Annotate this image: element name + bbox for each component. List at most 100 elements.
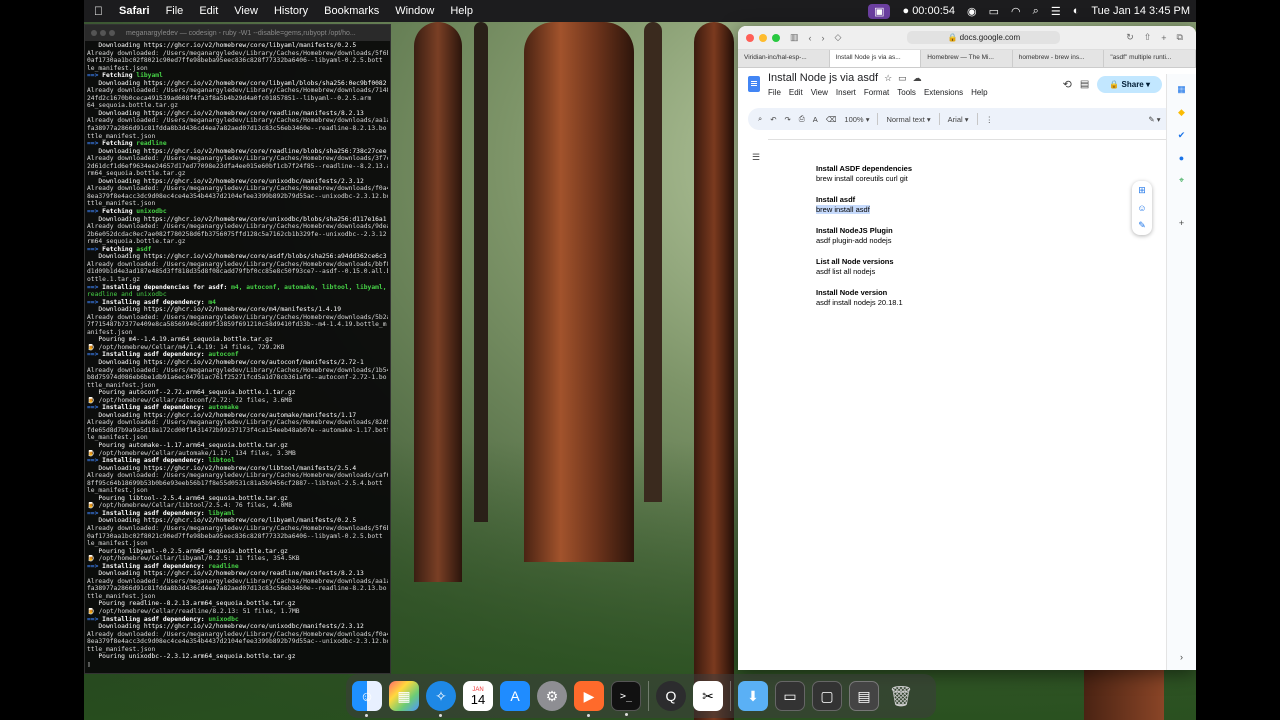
outline-icon[interactable]: ☰ — [752, 152, 760, 163]
doc-title[interactable]: Install Node js via asdf — [768, 72, 878, 84]
doc-heading[interactable]: Install ASDF dependencies — [816, 164, 912, 174]
control-center-icon[interactable]: ☰ — [1045, 5, 1067, 18]
undo-icon[interactable]: ↶ — [770, 115, 776, 124]
menu-window[interactable]: Window — [387, 5, 442, 17]
font-select[interactable]: Arial ▾ — [948, 115, 969, 124]
docs-logo-icon[interactable] — [748, 76, 760, 92]
doc-heading[interactable]: List all Node versions — [816, 257, 912, 267]
launchpad-icon[interactable]: ▦ — [389, 681, 419, 711]
quicktime-icon[interactable]: Q — [656, 681, 686, 711]
menu-clock[interactable]: Tue Jan 14 3:45 PM — [1085, 5, 1196, 17]
new-tab-icon[interactable]: + — [1161, 33, 1166, 43]
docs-menu-help[interactable]: Help — [971, 88, 987, 97]
tab-brew-install[interactable]: homebrew - brew ins... — [1013, 50, 1105, 67]
doc-section[interactable]: Install NodeJS Plugin asdf plugin-add nod… — [816, 226, 912, 246]
minimize-icon[interactable] — [759, 33, 767, 42]
zoom-icon[interactable] — [772, 33, 780, 42]
menu-edit[interactable]: Edit — [191, 5, 226, 17]
app-store-icon[interactable]: A — [500, 681, 530, 711]
safari-icon[interactable]: ✧ — [426, 681, 456, 717]
share-button[interactable]: 🔒 Share ▾ — [1097, 76, 1162, 93]
menu-bookmarks[interactable]: Bookmarks — [316, 5, 387, 17]
star-icon[interactable]: ☆ — [884, 73, 892, 84]
shield-icon[interactable]: ◇ — [835, 32, 842, 43]
terminal-window[interactable]: meganargyledev — codesign - ruby -W1 --d… — [84, 24, 391, 674]
zoom-icon[interactable] — [109, 30, 115, 36]
trash-icon[interactable]: 🗑 — [886, 681, 916, 711]
stop-record-icon[interactable]: ◉ — [961, 5, 983, 18]
screen-record-icon[interactable]: ▣ — [868, 3, 891, 19]
maps-icon[interactable]: ⌖ — [1179, 175, 1184, 186]
system-settings-icon[interactable]: ⚙ — [537, 681, 567, 711]
docs-menu-file[interactable]: File — [768, 88, 781, 97]
calendar-icon[interactable]: ▦ — [1177, 84, 1186, 95]
back-icon[interactable]: ‹ — [809, 33, 812, 43]
zoom-select[interactable]: 100% ▾ — [844, 115, 869, 124]
close-icon[interactable] — [91, 30, 97, 36]
tab-overview-icon[interactable]: ⧉ — [1177, 32, 1183, 43]
window-icon[interactable]: ▢ — [812, 681, 842, 711]
menu-view[interactable]: View — [226, 5, 266, 17]
docs-menu-tools[interactable]: Tools — [897, 88, 916, 97]
contacts-icon[interactable]: ● — [1179, 153, 1184, 163]
menu-help[interactable]: Help — [442, 5, 481, 17]
app-switcher-icon[interactable]: ▤ — [849, 681, 879, 711]
tab-docs[interactable]: Install Node js via as... — [829, 50, 922, 67]
screen-recorder-icon[interactable]: ▶ — [574, 681, 604, 717]
doc-section[interactable]: Install Node version asdf install nodejs … — [816, 288, 912, 308]
docs-menu-view[interactable]: View — [811, 88, 828, 97]
minimize-icon[interactable] — [100, 30, 106, 36]
emoji-reaction-icon[interactable]: ☺ — [1137, 203, 1146, 213]
calendar-icon[interactable]: JAN 14 — [463, 681, 493, 711]
safari-window[interactable]: ▥ ‹ › ◇ 🔒 docs.google.com ↻ ⇧ + ⧉ Viridi… — [738, 26, 1196, 670]
paint-format-icon[interactable]: ⌫ — [826, 115, 837, 124]
docs-menu-edit[interactable]: Edit — [789, 88, 803, 97]
doc-heading[interactable]: Install NodeJS Plugin — [816, 226, 912, 236]
spotlight-icon[interactable]: ⌕ — [1027, 5, 1045, 18]
ruler[interactable] — [768, 132, 1166, 140]
docs-menu-extensions[interactable]: Extensions — [924, 88, 963, 97]
redo-icon[interactable]: ↷ — [785, 115, 791, 124]
spellcheck-icon[interactable]: A — [813, 115, 818, 124]
more-options-icon[interactable]: ⋮ — [986, 115, 994, 124]
wifi-icon[interactable]: ◠ — [1005, 5, 1027, 18]
menu-app-name[interactable]: Safari — [111, 5, 158, 17]
doc-command[interactable]: brew install coreutils curl git — [816, 174, 912, 184]
add-comment-icon[interactable]: ⊞ — [1138, 185, 1146, 196]
capcut-icon[interactable]: ✂ — [693, 681, 723, 711]
history-icon[interactable]: ⟲ — [1063, 78, 1072, 91]
doc-heading[interactable]: Install Node version — [816, 288, 912, 298]
screenshot-icon[interactable]: ▭ — [775, 681, 805, 711]
doc-content[interactable]: Install ASDF dependencies brew install co… — [816, 164, 912, 319]
recording-timer[interactable]: ● 00:00:54 — [896, 5, 961, 17]
print-icon[interactable]: ⎙ — [799, 114, 805, 124]
tasks-icon[interactable]: ✔ — [1178, 130, 1186, 141]
cloud-saved-icon[interactable]: ☁ — [913, 73, 922, 84]
terminal-icon[interactable]: >_ — [611, 681, 641, 716]
siri-icon[interactable]: ◐ — [1067, 5, 1086, 17]
expand-panel-icon[interactable]: › — [1180, 652, 1183, 662]
move-folder-icon[interactable]: ▭ — [898, 73, 907, 84]
style-select[interactable]: Normal text ▾ — [886, 115, 930, 124]
doc-heading[interactable]: Install asdf — [816, 195, 912, 205]
doc-section[interactable]: List all Node versions asdf list all node… — [816, 257, 912, 277]
doc-command[interactable]: asdf install nodejs 20.18.1 — [816, 298, 912, 308]
doc-command[interactable]: brew install asdf — [816, 205, 912, 215]
close-icon[interactable] — [746, 33, 754, 42]
tab-asdf[interactable]: "asdf" multiple runti... — [1104, 50, 1196, 67]
tab-github[interactable]: Viridian-inc/hal-esp-... — [738, 50, 830, 67]
battery-icon[interactable]: ▭ — [983, 5, 1005, 18]
editing-mode-icon[interactable]: ✎ ▾ — [1148, 115, 1160, 124]
forward-icon[interactable]: › — [822, 33, 825, 43]
sidebar-icon[interactable]: ▥ — [790, 32, 799, 43]
menu-history[interactable]: History — [266, 5, 316, 17]
apple-icon[interactable]:  — [84, 4, 111, 18]
doc-command[interactable]: asdf plugin-add nodejs — [816, 236, 912, 246]
doc-page[interactable]: ☰ Install ASDF dependencies brew install … — [738, 146, 1158, 670]
suggest-edit-icon[interactable]: ✎ — [1138, 220, 1146, 231]
terminal-titlebar[interactable]: meganargyledev — codesign - ruby -W1 --d… — [85, 25, 390, 41]
doc-section[interactable]: Install asdf brew install asdf — [816, 195, 912, 215]
tab-homebrew[interactable]: Homebrew — The Mi... — [921, 50, 1013, 67]
search-menus-icon[interactable]: ⌕ — [758, 114, 762, 124]
docs-menu-format[interactable]: Format — [864, 88, 889, 97]
